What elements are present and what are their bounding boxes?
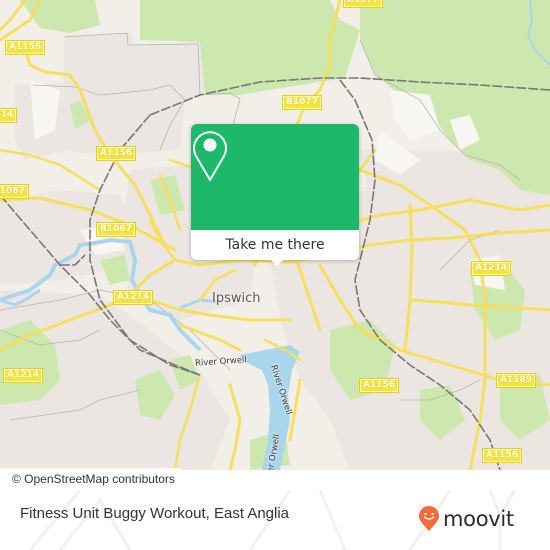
road-label: A1156 bbox=[358, 378, 400, 393]
road-label: A1214 bbox=[2, 368, 44, 383]
popup-pointer bbox=[270, 259, 284, 266]
road-label: A1214 bbox=[0, 108, 18, 123]
road-label: A1156 bbox=[95, 146, 137, 161]
footer: Fitness Unit Buggy Workout, East Anglia … bbox=[0, 490, 550, 550]
moovit-wordmark: moovit bbox=[443, 507, 514, 531]
road-label: B1077 bbox=[343, 0, 383, 8]
road-label: B1067 bbox=[0, 184, 29, 199]
take-me-there-popup[interactable]: Take me there bbox=[191, 124, 359, 260]
road-label: A1156 bbox=[481, 448, 523, 463]
map-attribution[interactable]: © OpenStreetMap contributors bbox=[0, 468, 182, 490]
popup-header bbox=[191, 124, 359, 230]
road-label: B1067 bbox=[96, 222, 136, 237]
take-me-there-button[interactable]: Take me there bbox=[191, 230, 359, 260]
road-label: B1077 bbox=[282, 95, 322, 110]
map-view[interactable]: Ipswich River Orwell River Orwell River … bbox=[0, 0, 550, 470]
map-pin-icon bbox=[193, 131, 227, 181]
place-title: Fitness Unit Buggy Workout, East Anglia bbox=[20, 505, 290, 522]
moovit-logo[interactable]: moovit bbox=[418, 503, 514, 535]
road-label: A1189 bbox=[495, 373, 537, 388]
road-label: A1156 bbox=[4, 40, 46, 55]
place-label-ipswich: Ipswich bbox=[212, 291, 261, 306]
moovit-pin-icon bbox=[419, 506, 439, 531]
road-label: A1214 bbox=[112, 290, 154, 305]
road-label: A1214 bbox=[470, 261, 512, 276]
